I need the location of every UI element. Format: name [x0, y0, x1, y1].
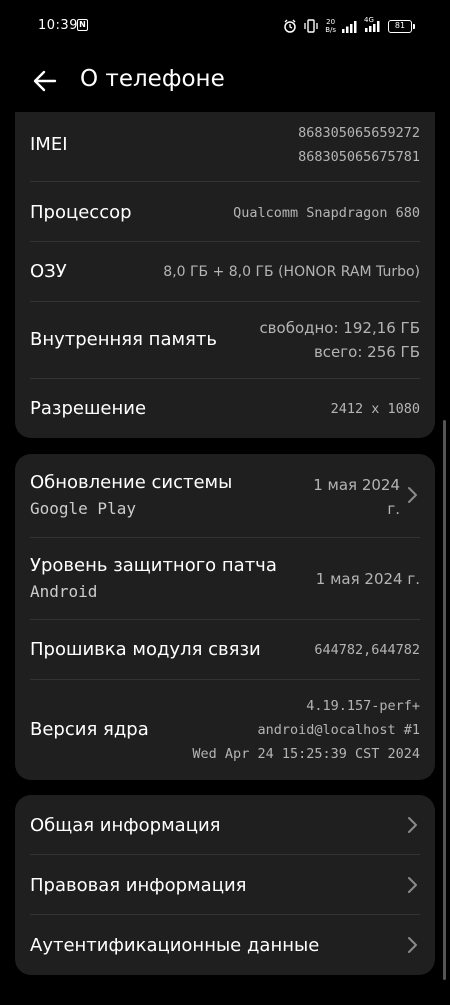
imei-label: IMEI — [30, 134, 68, 155]
chevron-right-icon — [406, 816, 418, 834]
network-speed-unit: B/s — [325, 26, 336, 34]
network-speed-value: 20 — [326, 18, 336, 26]
signal-icon — [342, 20, 357, 33]
more-info-card: Общая информация Правовая информация Аут… — [15, 795, 435, 975]
back-arrow-icon[interactable] — [28, 64, 62, 98]
baseband-row: Прошивка модуля связи 644782,644782 — [15, 620, 435, 680]
storage-label: Внутренняя память — [30, 329, 217, 350]
general-info-label: Общая информация — [30, 815, 221, 836]
storage-row: Внутренняя память свободно: 192,16 ГБ вс… — [15, 302, 435, 379]
vibrate-icon — [304, 19, 318, 33]
status-bar: 10:39 N 20 B/s 4G 81 — [0, 0, 450, 56]
system-update-row[interactable]: Обновление системы Google Play 1 мая 202… — [15, 454, 435, 538]
mobile-data: 4G — [364, 16, 382, 33]
imei-row: IMEI 868305065659272 868305065675781 — [15, 112, 435, 182]
processor-value: Qualcomm Snapdragon 680 — [233, 205, 420, 221]
app-header: О телефоне — [0, 56, 450, 106]
ram-label: ОЗУ — [30, 261, 67, 282]
kernel-value-1: 4.19.157-perf+ — [306, 698, 420, 714]
authentication-row[interactable]: Аутентификационные данные — [15, 915, 435, 975]
security-patch-label: Уровень защитного патча — [30, 555, 277, 576]
processor-label: Процессор — [30, 202, 132, 223]
kernel-value-2: android@localhost #1 — [257, 722, 420, 738]
screen: 10:39 N 20 B/s 4G 81 О телефоне IMEI 868 — [0, 0, 450, 1005]
status-time: 10:39 — [38, 18, 78, 33]
chevron-right-icon — [406, 486, 418, 504]
wifi-icon — [365, 21, 380, 32]
scrollbar[interactable] — [443, 420, 446, 980]
battery-icon: 81 — [388, 19, 415, 33]
kernel-row: Версия ядра 4.19.157-perf+ android@local… — [15, 680, 435, 780]
general-info-row[interactable]: Общая информация — [15, 795, 435, 855]
kernel-label: Версия ядра — [30, 719, 149, 740]
ram-value: 8,0 ГБ + 8,0 ГБ (HONOR RAM Turbo) — [163, 264, 420, 280]
alarm-icon — [284, 19, 296, 33]
system-update-value-1: 1 мая 2024 — [313, 476, 400, 494]
nfc-icon: N — [77, 19, 88, 31]
legal-info-label: Правовая информация — [30, 875, 247, 896]
resolution-row: Разрешение 2412 x 1080 — [15, 379, 435, 438]
resolution-value: 2412 x 1080 — [330, 401, 420, 417]
security-patch-sublabel: Android — [30, 582, 98, 601]
device-specs-card: IMEI 868305065659272 868305065675781 Про… — [15, 112, 435, 438]
page-title: О телефоне — [80, 66, 225, 92]
network-speed: 20 B/s — [325, 18, 336, 34]
software-info-card: Обновление системы Google Play 1 мая 202… — [15, 454, 435, 780]
baseband-label: Прошивка модуля связи — [30, 639, 261, 660]
imei-value-1: 868305065659272 — [298, 125, 420, 141]
system-update-sublabel: Google Play — [30, 499, 136, 518]
storage-total-value: всего: 256 ГБ — [313, 343, 420, 361]
system-update-value-2: г. — [387, 500, 400, 518]
ram-row: ОЗУ 8,0 ГБ + 8,0 ГБ (HONOR RAM Turbo) — [15, 242, 435, 302]
legal-info-row[interactable]: Правовая информация — [15, 855, 435, 915]
kernel-value-3: Wed Apr 24 15:25:39 CST 2024 — [192, 746, 420, 762]
status-icons: 20 B/s 4G 81 — [283, 16, 415, 36]
processor-row: Процессор Qualcomm Snapdragon 680 — [15, 182, 435, 242]
imei-value-2: 868305065675781 — [298, 149, 420, 165]
system-update-label: Обновление системы — [30, 472, 233, 493]
baseband-value: 644782,644782 — [314, 642, 420, 658]
storage-free-value: свободно: 192,16 ГБ — [259, 319, 420, 337]
chevron-right-icon — [406, 876, 418, 894]
resolution-label: Разрешение — [30, 398, 147, 419]
authentication-label: Аутентификационные данные — [30, 935, 320, 956]
security-patch-value: 1 мая 2024 г. — [315, 570, 420, 588]
chevron-right-icon — [406, 936, 418, 954]
security-patch-row: Уровень защитного патча Android 1 мая 20… — [15, 538, 435, 620]
